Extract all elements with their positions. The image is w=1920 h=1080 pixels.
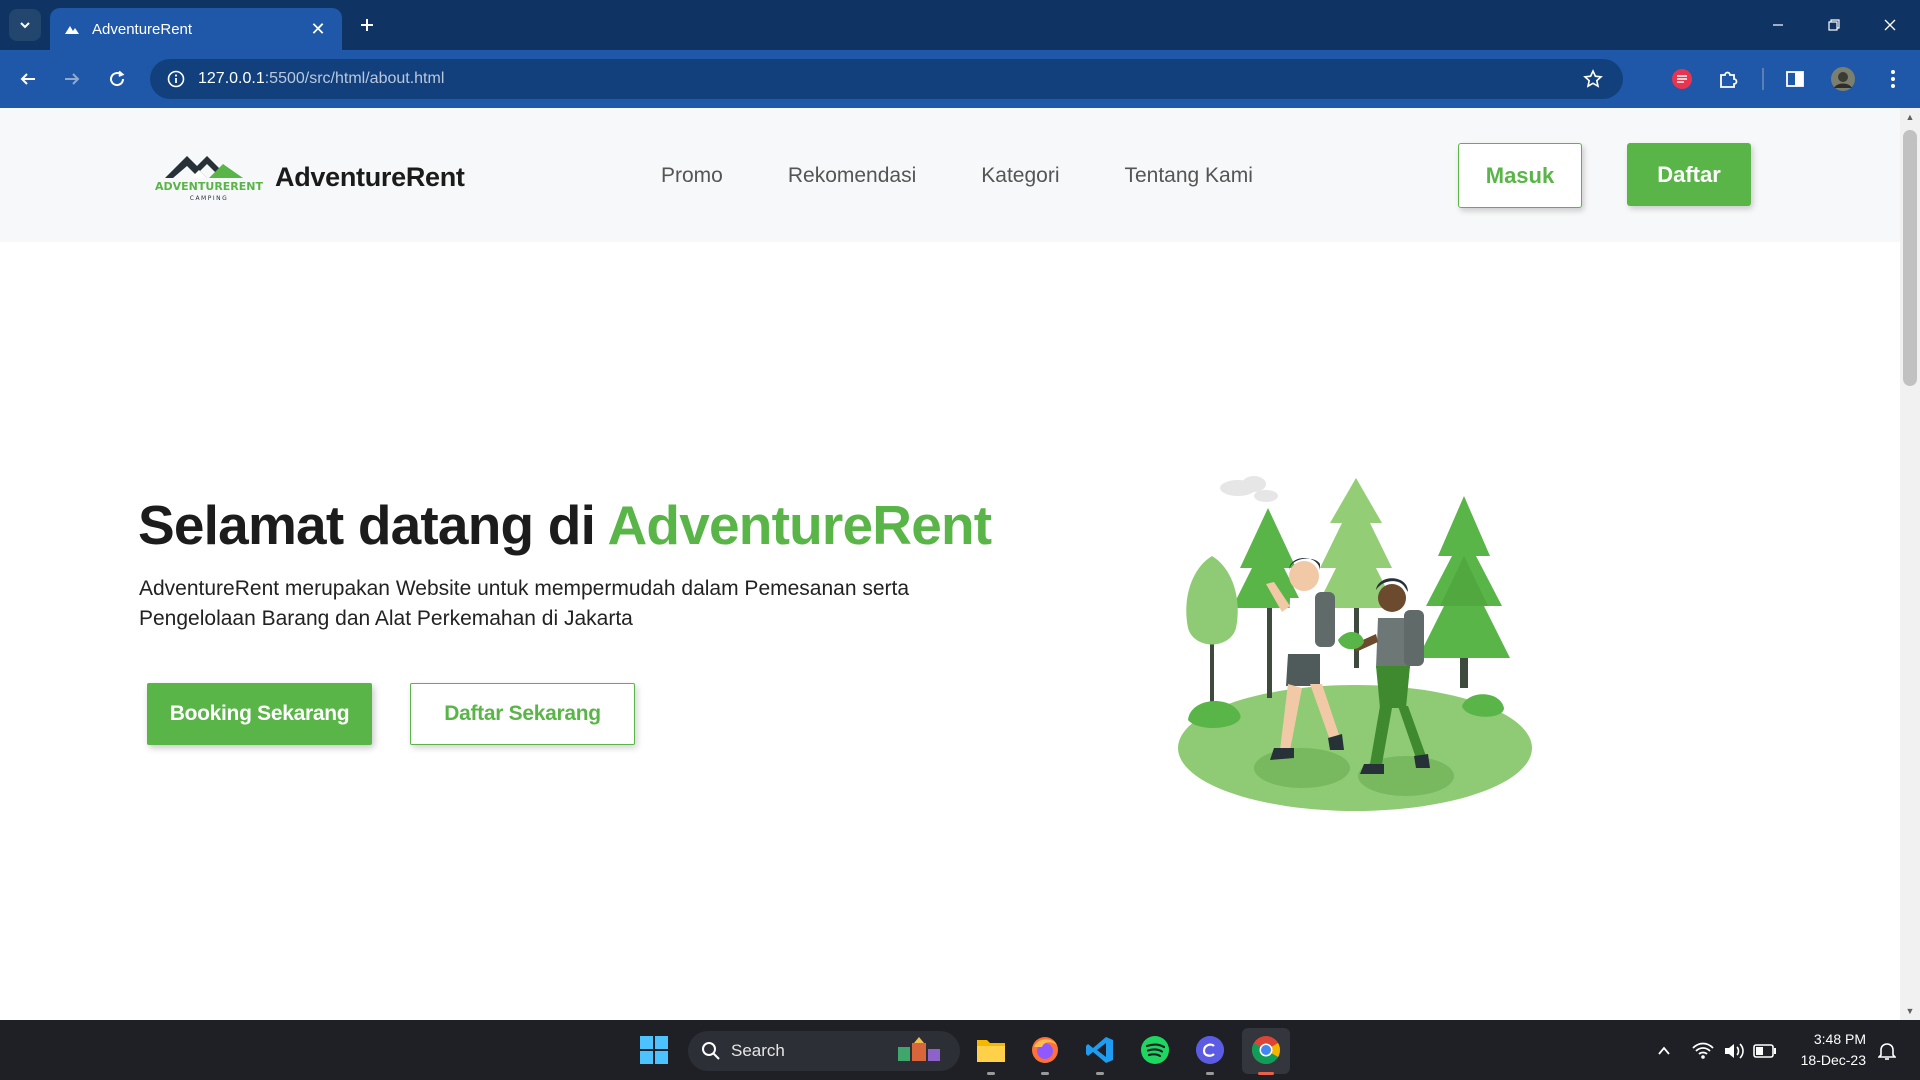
tab-close-icon[interactable]: ✕: [308, 19, 328, 40]
search-icon: [702, 1042, 720, 1060]
tray-overflow-chevron-icon[interactable]: [1651, 1038, 1677, 1064]
hero-title-prefix: Selamat datang di: [138, 494, 608, 556]
file-explorer-icon[interactable]: [971, 1030, 1011, 1070]
browser-tab[interactable]: AdventureRent ✕: [50, 8, 342, 50]
back-button[interactable]: [11, 62, 45, 96]
side-panel-icon[interactable]: [1781, 65, 1809, 93]
page-scrollbar[interactable]: ▲ ▼: [1900, 108, 1920, 1020]
tab-title: AdventureRent: [92, 20, 193, 38]
hero-title: Selamat datang di AdventureRent: [138, 493, 993, 557]
clock-date: 18-Dec-23: [1800, 1052, 1866, 1068]
nav-tentang-kami[interactable]: Tentang Kami: [1124, 164, 1252, 188]
search-label: Search: [731, 1041, 785, 1060]
toolbar-divider: [1762, 68, 1764, 90]
taskbar: Search 3:48 PM 18-Dec-23: [0, 1020, 1920, 1080]
site-info-icon[interactable]: [164, 67, 188, 91]
close-window-button[interactable]: [1862, 0, 1918, 50]
hero-description: AdventureRent merupakan Website untuk me…: [139, 577, 910, 630]
url-host: 127.0.0.1: [198, 70, 265, 87]
start-icon[interactable]: [634, 1030, 674, 1070]
main-nav: Promo Rekomendasi Kategori Tentang Kami: [661, 164, 1318, 188]
svg-text:CAMPING: CAMPING: [190, 195, 229, 202]
site-header: ADVENTURERENT CAMPING AdventureRent Prom…: [0, 108, 1900, 242]
firefox-running-indicator: [1041, 1072, 1049, 1075]
minimize-icon: [1773, 24, 1783, 26]
wifi-icon[interactable]: [1690, 1038, 1716, 1064]
close-icon: [1884, 19, 1896, 31]
chrome-running-indicator: [1258, 1072, 1274, 1075]
file-explorer-running-indicator: [987, 1072, 995, 1075]
restore-icon: [1828, 19, 1840, 31]
browser-toolbar: 127.0.0.1:5500/src/html/about.html: [0, 50, 1920, 108]
plus-icon: [361, 19, 373, 31]
search-highlight-icon: [898, 1037, 940, 1061]
tab-favicon-icon: [65, 26, 79, 34]
firefox-icon[interactable]: [1025, 1030, 1065, 1070]
adventurerent-logo: ADVENTURERENT CAMPING: [155, 156, 263, 202]
clock-time: 3:48 PM: [1813, 1031, 1866, 1047]
profile-avatar[interactable]: [1829, 65, 1857, 93]
tab-search-button[interactable]: [9, 9, 41, 41]
brand-name: AdventureRent: [275, 161, 465, 192]
canva-icon[interactable]: [1190, 1030, 1230, 1070]
page-viewport: ADVENTURERENT CAMPING AdventureRent Prom…: [0, 108, 1900, 1020]
login-button[interactable]: Masuk: [1458, 143, 1582, 208]
new-tab-button[interactable]: [352, 10, 382, 40]
battery-icon[interactable]: [1752, 1038, 1778, 1064]
browser-titlebar: AdventureRent ✕: [0, 0, 1920, 50]
chrome-icon[interactable]: [1246, 1030, 1286, 1070]
bookmark-star-icon[interactable]: [1581, 67, 1605, 91]
minimize-button[interactable]: [1750, 0, 1806, 50]
browser-menu-icon[interactable]: [1879, 65, 1907, 93]
nav-kategori[interactable]: Kategori: [981, 164, 1059, 188]
canva-running-indicator: [1206, 1072, 1214, 1075]
vscode-icon[interactable]: [1080, 1030, 1120, 1070]
scroll-down-arrow-icon[interactable]: ▼: [1900, 1002, 1920, 1020]
arrow-left-icon: [20, 73, 35, 85]
brand-link[interactable]: ADVENTURERENT CAMPING AdventureRent: [151, 148, 465, 206]
chevron-down-icon: [20, 22, 30, 29]
arrow-right-icon: [65, 73, 80, 85]
hiking-illustration: [1178, 476, 1532, 811]
extensions-puzzle-icon[interactable]: [1714, 65, 1742, 93]
volume-icon[interactable]: [1721, 1038, 1747, 1064]
restore-button[interactable]: [1806, 0, 1862, 50]
url-path: :5500/src/html/about.html: [264, 70, 445, 87]
register-button[interactable]: Daftar: [1627, 143, 1751, 206]
reload-button[interactable]: [100, 62, 134, 96]
address-bar[interactable]: 127.0.0.1:5500/src/html/about.html: [150, 59, 1623, 99]
taskbar-clock[interactable]: 3:48 PM 18-Dec-23: [1786, 1029, 1866, 1071]
scrollbar-thumb[interactable]: [1903, 130, 1917, 386]
nav-rekomendasi[interactable]: Rekomendasi: [788, 164, 916, 188]
spotify-icon[interactable]: [1135, 1030, 1175, 1070]
extension-red-icon[interactable]: [1668, 65, 1696, 93]
svg-text:ADVENTURERENT: ADVENTURERENT: [155, 180, 263, 193]
vscode-running-indicator: [1096, 1072, 1104, 1075]
reload-icon: [110, 70, 125, 87]
nav-promo[interactable]: Promo: [661, 164, 723, 188]
booking-now-button[interactable]: Booking Sekarang: [147, 683, 372, 745]
register-now-button[interactable]: Daftar Sekarang: [410, 683, 635, 745]
hero-title-accent: AdventureRent: [607, 494, 993, 556]
taskbar-search[interactable]: Search: [688, 1031, 960, 1071]
scroll-up-arrow-icon[interactable]: ▲: [1900, 108, 1920, 126]
forward-button[interactable]: [55, 62, 89, 96]
notification-bell-icon[interactable]: [1874, 1038, 1900, 1064]
